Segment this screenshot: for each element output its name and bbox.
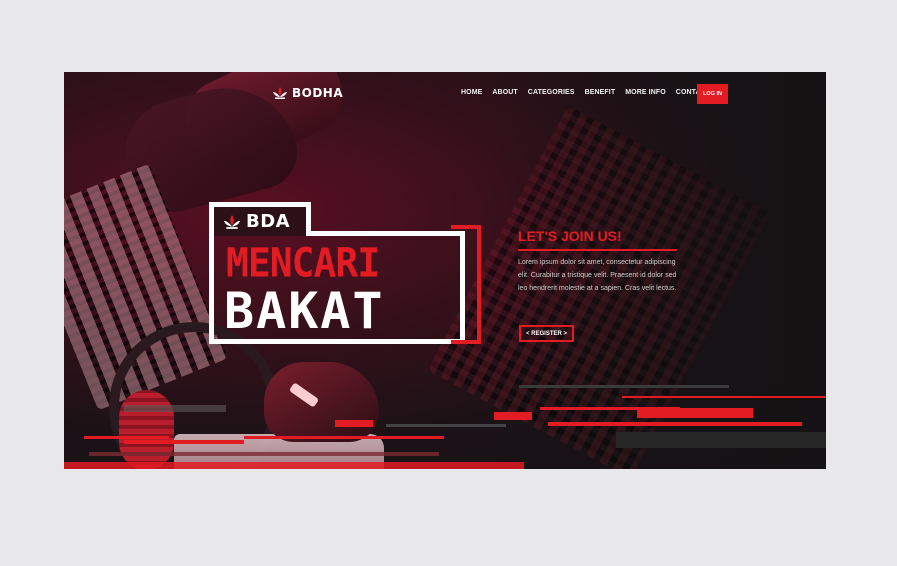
intro-paragraph: Lorem ipsum dolor sit amet, consectetur … (518, 259, 677, 292)
hero-title-line1: MENCARI (226, 239, 380, 287)
glitch-bar (335, 420, 373, 427)
glitch-bar (84, 436, 169, 439)
login-button[interactable]: LOG IN (697, 84, 728, 104)
glitch-bar (622, 396, 826, 398)
nav-benefit[interactable]: BENEFIT (585, 89, 616, 96)
glitch-bar (616, 432, 826, 448)
glitch-bar (548, 422, 802, 426)
brand-logo[interactable]: BODHA (272, 86, 343, 100)
glitch-bar (124, 405, 226, 412)
glitch-bar (540, 407, 680, 410)
mouse-image (264, 362, 379, 442)
nav-home[interactable]: HOME (461, 89, 482, 96)
register-button[interactable]: < REGISTER > (519, 325, 574, 342)
glitch-bar (89, 452, 439, 456)
glitch-bar (386, 424, 506, 427)
glitch-bar (64, 462, 524, 469)
lotus-icon (224, 214, 240, 229)
top-navigation: BODHA HOME ABOUT CATEGORIES BENEFIT MORE… (64, 72, 826, 116)
nav-about[interactable]: ABOUT (492, 89, 517, 96)
headset-ear-image (119, 390, 174, 469)
glitch-bar (124, 440, 244, 444)
join-heading: LET'S JOIN US! (518, 228, 622, 244)
main-menu: HOME ABOUT CATEGORIES BENEFIT MORE INFO … (461, 89, 715, 96)
hero-banner: BODHA HOME ABOUT CATEGORIES BENEFIT MORE… (64, 72, 826, 469)
glitch-bar (244, 436, 444, 439)
heading-underline (518, 249, 677, 251)
hero-title-line2: BAKAT (224, 282, 385, 340)
nav-categories[interactable]: CATEGORIES (528, 89, 575, 96)
bda-badge: BDA (209, 202, 311, 236)
nav-more-info[interactable]: MORE INFO (625, 89, 666, 96)
badge-text: BDA (246, 211, 291, 232)
title-bracket (451, 225, 481, 344)
glitch-bar (519, 385, 729, 388)
glitch-bar (494, 412, 532, 420)
lotus-icon (273, 87, 287, 99)
brand-name: BODHA (292, 86, 344, 100)
